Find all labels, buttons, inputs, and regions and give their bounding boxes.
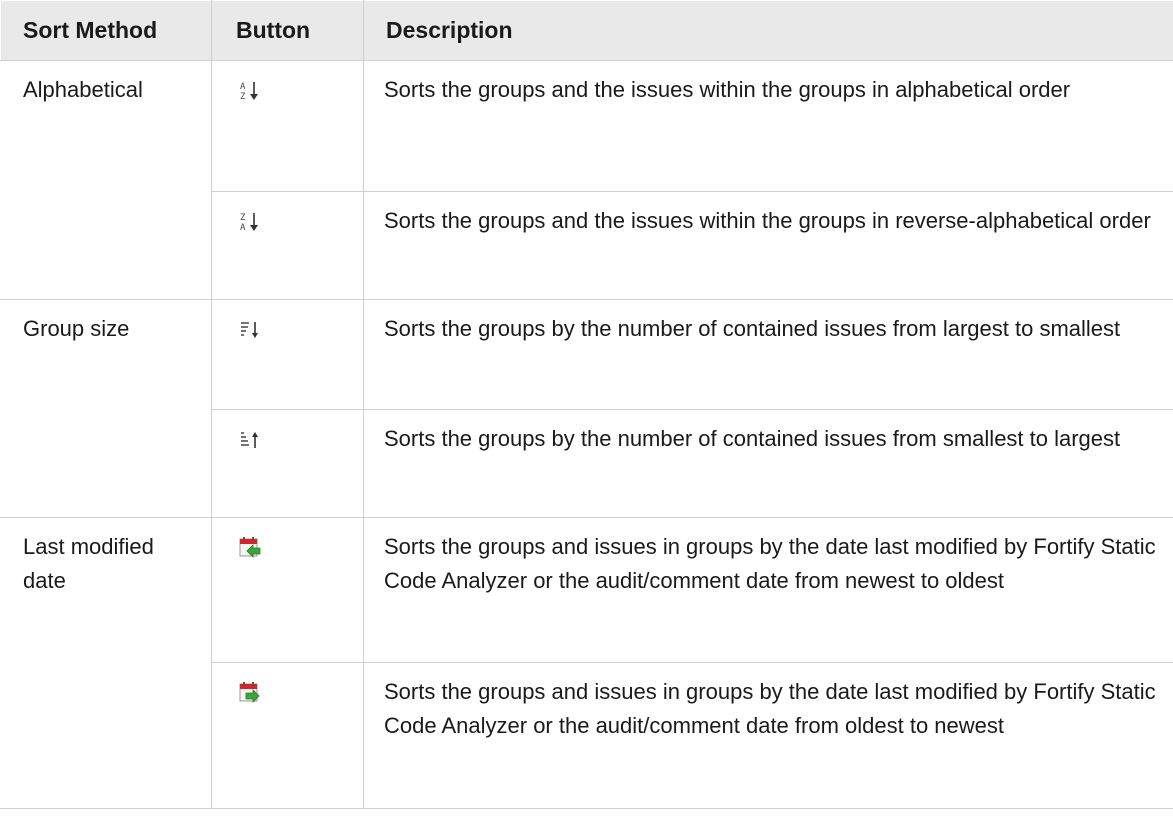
description-cell: Sorts the groups by the number of contai… [363,409,1173,518]
table-row: Last modified date Sorts the groups and … [0,517,1173,809]
sort-size-ascending-icon [238,428,262,452]
description-cell: Sorts the groups and issues in groups by… [363,517,1173,663]
button-cell [211,517,364,663]
header-row: Sort Method Button Description [0,0,1173,61]
button-cell [211,662,364,809]
sort-methods-table: Sort Method Button Description Alphabeti… [0,0,1173,809]
description-cell: Sorts the groups and the issues within t… [363,60,1173,192]
table-row: Group size Sorts the groups by the numbe… [0,299,1173,518]
method-group-size: Group size [0,299,212,518]
button-cell: Z A [211,191,364,300]
method-alphabetical: Alphabetical [0,60,212,300]
button-cell [211,299,364,410]
table-body: Alphabetical A Z Sorts the groups and th… [0,60,1173,809]
button-cell [211,409,364,518]
svg-text:Z: Z [240,213,246,223]
table-header: Sort Method Button Description [0,0,1173,61]
header-button: Button [211,0,364,61]
header-description: Description [363,0,1173,61]
description-cell: Sorts the groups by the number of contai… [363,299,1173,410]
header-sort-method: Sort Method [0,0,212,61]
description-cell: Sorts the groups and the issues within t… [363,191,1173,300]
description-cell: Sorts the groups and issues in groups by… [363,662,1173,809]
calendar-oldest-first-icon [238,681,262,705]
sort-size-descending-icon [238,318,262,342]
method-last-modified-date: Last modified date [0,517,212,809]
svg-text:Z: Z [240,92,246,102]
button-cell: A Z [211,60,364,192]
calendar-newest-first-icon [238,536,262,560]
sort-z-a-icon: Z A [238,210,262,234]
svg-text:A: A [240,223,246,233]
sort-a-z-icon: A Z [238,79,262,103]
svg-text:A: A [240,82,246,92]
table-row: Alphabetical A Z Sorts the groups and th… [0,60,1173,300]
